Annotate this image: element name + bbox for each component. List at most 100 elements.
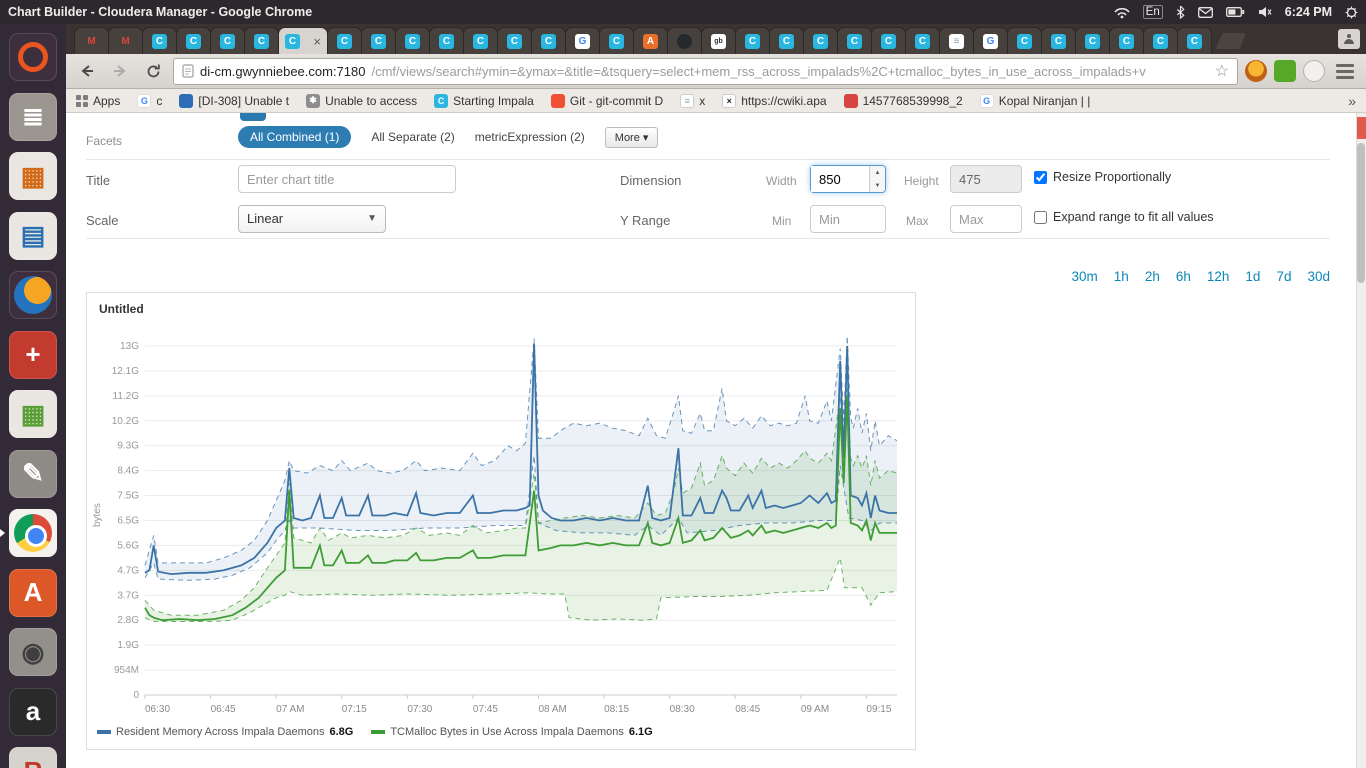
tab[interactable]: M: [74, 27, 109, 54]
time-range-30d[interactable]: 30d: [1307, 269, 1330, 284]
bookmark-1457768539998-2[interactable]: 1457768539998_2: [844, 94, 963, 108]
battery-icon[interactable]: [1226, 7, 1245, 17]
tab[interactable]: C: [463, 27, 498, 54]
time-range-2h[interactable]: 2h: [1145, 269, 1160, 284]
launcher-item-libreoffice-writer[interactable]: ▤: [9, 212, 57, 260]
tab[interactable]: C: [429, 27, 464, 54]
tab[interactable]: C: [395, 27, 430, 54]
network-icon[interactable]: [1114, 6, 1130, 19]
bookmark-https-cwiki-apa[interactable]: ×https://cwiki.apa: [722, 94, 826, 108]
tab[interactable]: C: [1109, 27, 1144, 54]
chart-title-input[interactable]: [238, 165, 456, 193]
menu-button[interactable]: [1332, 60, 1358, 82]
width-input[interactable]: [811, 166, 863, 192]
tab[interactable]: C: [1007, 27, 1042, 54]
tab[interactable]: C: [327, 27, 362, 54]
spinner-up-icon[interactable]: ▲: [870, 166, 885, 179]
launcher-item-libreoffice-impress[interactable]: ▦: [9, 152, 57, 200]
address-bar[interactable]: di-cm.gwynniebee.com:7180/cmf/views/sear…: [173, 58, 1238, 85]
volume-icon[interactable]: [1258, 6, 1272, 18]
bluetooth-icon[interactable]: [1176, 5, 1185, 19]
forward-button[interactable]: [107, 58, 133, 84]
tab[interactable]: C: [837, 27, 872, 54]
scrollbar-thumb[interactable]: [1357, 143, 1365, 283]
tab[interactable]: [667, 27, 702, 54]
tab[interactable]: C: [210, 27, 245, 54]
tab[interactable]: G: [973, 27, 1008, 54]
expand-range-checkbox[interactable]: [1034, 211, 1047, 224]
tab[interactable]: M: [108, 27, 143, 54]
time-range-1d[interactable]: 1d: [1245, 269, 1260, 284]
tab[interactable]: A: [633, 27, 668, 54]
session-icon[interactable]: [1345, 6, 1358, 19]
facet-metricexpression-2-[interactable]: metricExpression (2): [475, 130, 585, 144]
launcher-item-files[interactable]: ≣: [9, 93, 57, 141]
bookmark-apps[interactable]: Apps: [76, 94, 120, 108]
tab-active[interactable]: C×: [278, 27, 328, 54]
tab[interactable]: C: [361, 27, 396, 54]
launcher-item-firefox[interactable]: [9, 271, 57, 319]
tab[interactable]: C: [1075, 27, 1110, 54]
facet-all-combined-1-[interactable]: All Combined (1): [238, 126, 351, 148]
tab[interactable]: C: [803, 27, 838, 54]
time-range-7d[interactable]: 7d: [1276, 269, 1291, 284]
clock[interactable]: 6:24 PM: [1285, 5, 1332, 19]
resize-proportionally-checkbox[interactable]: [1034, 171, 1047, 184]
time-range-6h[interactable]: 6h: [1176, 269, 1191, 284]
launcher-item-media-app[interactable]: R: [9, 747, 57, 768]
tab[interactable]: gb: [701, 27, 736, 54]
yrange-min-input[interactable]: [810, 205, 886, 233]
number-spinner[interactable]: ▲▼: [869, 166, 885, 192]
facets-more-button[interactable]: More ▾: [605, 127, 659, 148]
tab[interactable]: C: [735, 27, 770, 54]
profile-button[interactable]: [1338, 29, 1360, 49]
spinner-down-icon[interactable]: ▼: [870, 179, 885, 192]
tab[interactable]: C: [1041, 27, 1076, 54]
launcher-item-tools[interactable]: +: [9, 331, 57, 379]
reload-button[interactable]: [140, 58, 166, 84]
facet-all-separate-2-[interactable]: All Separate (2): [371, 130, 454, 144]
time-range-12h[interactable]: 12h: [1207, 269, 1230, 284]
tab[interactable]: C: [599, 27, 634, 54]
launcher-item-disks[interactable]: ◉: [9, 628, 57, 676]
tab[interactable]: C: [142, 27, 177, 54]
tab-close-icon[interactable]: ×: [313, 35, 321, 48]
tab[interactable]: C: [531, 27, 566, 54]
bookmark-kopal-niranjan-[interactable]: GKopal Niranjan | |: [980, 94, 1091, 108]
launcher-item-amazon[interactable]: a: [9, 688, 57, 736]
bookmark-git-git-commit-d[interactable]: Git - git-commit D: [551, 94, 663, 108]
tab[interactable]: C: [244, 27, 279, 54]
bookmark-starting-impala[interactable]: CStarting Impala: [434, 94, 534, 108]
tab[interactable]: C: [176, 27, 211, 54]
tab[interactable]: C: [905, 27, 940, 54]
launcher-item-dash-home[interactable]: [9, 33, 57, 81]
time-range-30m[interactable]: 30m: [1072, 269, 1098, 284]
extension-icon-3[interactable]: [1303, 60, 1325, 82]
tab[interactable]: C: [871, 27, 906, 54]
tab[interactable]: C: [1177, 27, 1212, 54]
launcher-item-chrome[interactable]: [9, 509, 57, 557]
tab[interactable]: G: [565, 27, 600, 54]
launcher-item-text-editor[interactable]: ✎: [9, 450, 57, 498]
scale-select[interactable]: Linear ▼: [238, 205, 386, 233]
bookmark--di-308-unable-t[interactable]: [DI-308] Unable t: [179, 94, 289, 108]
extension-icon-2[interactable]: [1274, 60, 1296, 82]
back-button[interactable]: [74, 58, 100, 84]
language-indicator[interactable]: En: [1143, 5, 1163, 19]
extension-icon-1[interactable]: [1245, 60, 1267, 82]
time-range-1h[interactable]: 1h: [1114, 269, 1129, 284]
bookmark-star-icon[interactable]: ☆: [1215, 61, 1229, 81]
tab[interactable]: C: [769, 27, 804, 54]
new-tab-button[interactable]: [1216, 33, 1246, 49]
tab[interactable]: C: [1143, 27, 1178, 54]
launcher-item-software-center[interactable]: A: [9, 569, 57, 617]
bookmark-unable-to-access[interactable]: ✱Unable to access: [306, 94, 417, 108]
launcher-item-libreoffice-calc[interactable]: ▦: [9, 390, 57, 438]
bookmark-c[interactable]: Gc: [137, 94, 162, 108]
bookmarks-overflow-chevron[interactable]: »: [1348, 93, 1356, 109]
yrange-max-input[interactable]: [950, 205, 1022, 233]
tab[interactable]: ≡: [939, 27, 974, 54]
bookmark-x[interactable]: ≡x: [680, 94, 705, 108]
tab[interactable]: C: [497, 27, 532, 54]
mail-icon[interactable]: [1198, 7, 1213, 18]
